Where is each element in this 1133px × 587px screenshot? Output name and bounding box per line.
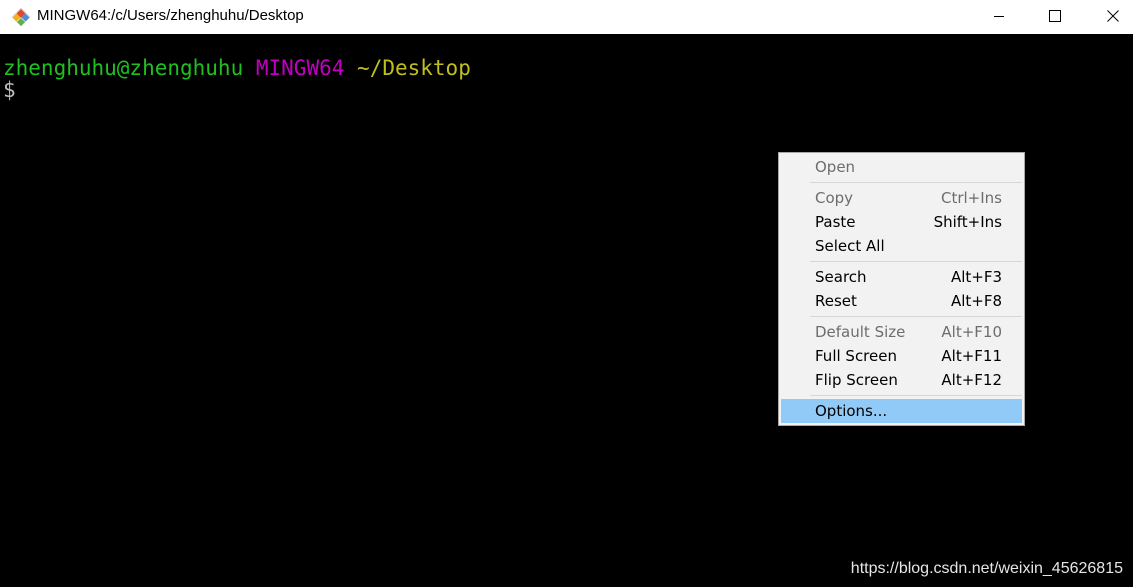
menu-item-label: Select All xyxy=(815,237,885,255)
mintty-window: MINGW64:/c/Users/zhenghuhu/Desktop zheng… xyxy=(0,0,1133,587)
menu-item-label: Search xyxy=(815,268,867,286)
menu-item-shortcut: Alt+F8 xyxy=(950,292,1002,310)
context-menu: Open Copy Ctrl+Ins Paste Shift+Ins Selec… xyxy=(778,152,1025,426)
menu-separator xyxy=(810,316,1022,317)
menu-item-label: Paste xyxy=(815,213,856,231)
prompt-user-host: zhenghuhu@zhenghuhu xyxy=(3,56,244,80)
menu-separator xyxy=(810,182,1022,183)
minimize-button[interactable] xyxy=(976,0,1022,32)
menu-item-label: Open xyxy=(815,158,856,176)
title-bar[interactable]: MINGW64:/c/Users/zhenghuhu/Desktop xyxy=(0,0,1133,34)
menu-item-shortcut: Shift+Ins xyxy=(933,213,1002,231)
menu-item-copy[interactable]: Copy Ctrl+Ins xyxy=(781,186,1022,210)
menu-item-search[interactable]: Search Alt+F3 xyxy=(781,265,1022,289)
menu-separator xyxy=(810,261,1022,262)
menu-item-open[interactable]: Open xyxy=(781,155,1022,179)
menu-item-label: Options... xyxy=(815,402,888,420)
close-button[interactable] xyxy=(1090,0,1133,32)
menu-item-shortcut: Ctrl+Ins xyxy=(940,189,1002,207)
menu-item-label: Full Screen xyxy=(815,347,897,365)
menu-item-label: Copy xyxy=(815,189,854,207)
menu-item-label: Default Size xyxy=(815,323,906,341)
prompt-symbol: $ xyxy=(3,78,16,102)
menu-separator xyxy=(810,395,1022,396)
menu-item-default-size[interactable]: Default Size Alt+F10 xyxy=(781,320,1022,344)
prompt-env: MINGW64 xyxy=(255,56,345,80)
close-icon xyxy=(1107,10,1119,22)
minimize-icon xyxy=(993,10,1005,22)
menu-item-reset[interactable]: Reset Alt+F8 xyxy=(781,289,1022,313)
watermark-url: https://blog.csdn.net/weixin_45626815 xyxy=(850,560,1123,577)
window-title: MINGW64:/c/Users/zhenghuhu/Desktop xyxy=(37,7,304,24)
menu-item-shortcut: Alt+F12 xyxy=(941,371,1002,389)
menu-item-select-all[interactable]: Select All xyxy=(781,234,1022,258)
maximize-button[interactable] xyxy=(1032,0,1078,32)
menu-item-flip-screen[interactable]: Flip Screen Alt+F12 xyxy=(781,368,1022,392)
menu-item-paste[interactable]: Paste Shift+Ins xyxy=(781,210,1022,234)
git-bash-icon[interactable] xyxy=(11,7,31,27)
maximize-icon xyxy=(1049,10,1061,22)
prompt-line: zhenghuhu@zhenghuhu MINGW64 ~/Desktop xyxy=(3,57,471,80)
prompt-path: ~/Desktop xyxy=(357,56,471,80)
menu-item-shortcut: Alt+F11 xyxy=(941,347,1002,365)
menu-item-shortcut: Alt+F3 xyxy=(950,268,1002,286)
menu-item-shortcut: Alt+F10 xyxy=(941,323,1002,341)
scrollbar[interactable] xyxy=(1125,34,1133,587)
menu-item-full-screen[interactable]: Full Screen Alt+F11 xyxy=(781,344,1022,368)
menu-item-options[interactable]: Options... xyxy=(781,399,1022,423)
menu-item-label: Flip Screen xyxy=(815,371,898,389)
menu-item-label: Reset xyxy=(815,292,857,310)
